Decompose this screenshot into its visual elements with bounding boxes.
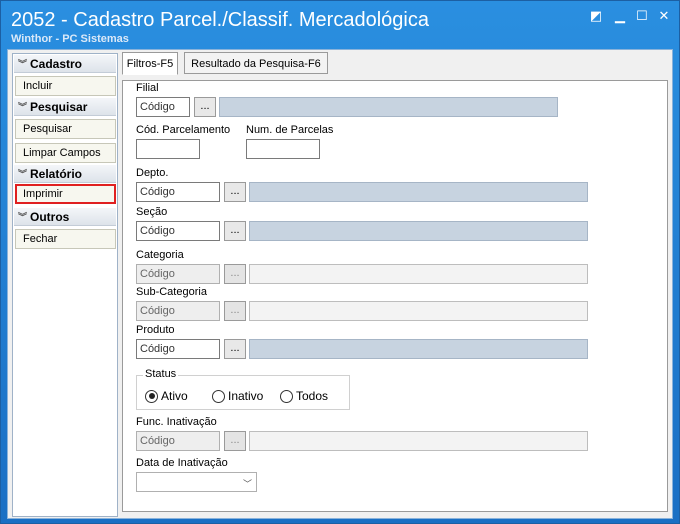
window-subtitle: Winthor - PC Sistemas <box>11 33 129 45</box>
depto-code-input[interactable]: Código <box>136 182 220 202</box>
data-inativacao-picker[interactable]: ﹀ <box>136 472 257 492</box>
filial-lookup-button[interactable]: ... <box>194 97 216 117</box>
secao-lookup-button[interactable]: ... <box>224 221 246 241</box>
num-parcelas-input[interactable] <box>246 139 320 159</box>
tab-resultado[interactable]: Resultado da Pesquisa-F6 <box>184 52 328 74</box>
maximize-icon[interactable]: ☐ <box>635 9 649 23</box>
categoria-code-input: Código <box>136 264 220 284</box>
minimize-icon[interactable]: ▁ <box>613 9 627 23</box>
action-sidebar: ︾ Cadastro Incluir ︾ Pesquisar Pesquisar… <box>12 53 118 517</box>
radio-label: Inativo <box>228 389 264 403</box>
produto-label: Produto <box>136 324 175 336</box>
collapse-icon: ︾ <box>18 169 28 179</box>
collapse-icon: ︾ <box>18 102 28 112</box>
radio-selected-icon <box>145 389 158 403</box>
func-inativacao-lookup-button: ... <box>224 431 246 451</box>
subcategoria-description-field <box>249 301 588 321</box>
section-header-outros[interactable]: ︾ Outros <box>14 208 116 226</box>
func-inativacao-code-input: Código <box>136 431 220 451</box>
radio-label: Todos <box>296 389 329 403</box>
cod-parcelamento-input[interactable] <box>136 139 200 159</box>
secao-description-field <box>249 221 588 241</box>
window-title: 2052 - Cadastro Parcel./Classif. Mercado… <box>11 9 429 31</box>
categoria-label: Categoria <box>136 249 184 261</box>
section-header-pesquisar[interactable]: ︾ Pesquisar <box>14 98 116 116</box>
radio-label: Ativo <box>161 389 188 403</box>
chevron-down-icon: ﹀ <box>242 479 252 489</box>
filter-panel: Filial Código ... Cód. Parcelamento Num.… <box>122 80 668 512</box>
pesquisar-button[interactable]: Pesquisar <box>15 119 116 139</box>
collapse-icon: ︾ <box>18 59 28 69</box>
filial-label: Filial <box>136 82 159 94</box>
imprimir-button[interactable]: Imprimir <box>15 184 116 204</box>
subcategoria-label: Sub-Categoria <box>136 286 207 298</box>
tab-filtros[interactable]: Filtros-F5 <box>122 52 178 75</box>
status-label: Status <box>143 368 179 380</box>
section-label: Pesquisar <box>30 100 88 114</box>
data-inativacao-label: Data de Inativação <box>136 457 228 469</box>
status-inativo-radio[interactable]: Inativo <box>212 389 263 403</box>
num-parcelas-label: Num. de Parcelas <box>246 124 334 136</box>
section-label: Outros <box>30 210 70 224</box>
filial-description-field <box>219 97 558 117</box>
app-window: 2052 - Cadastro Parcel./Classif. Mercado… <box>0 0 680 524</box>
categoria-description-field <box>249 264 588 284</box>
title-bar[interactable]: 2052 - Cadastro Parcel./Classif. Mercado… <box>1 1 679 49</box>
close-icon[interactable]: ✕ <box>657 9 671 23</box>
produto-code-input[interactable]: Código <box>136 339 220 359</box>
limpar-campos-button[interactable]: Limpar Campos <box>15 143 116 163</box>
section-header-cadastro[interactable]: ︾ Cadastro <box>14 55 116 73</box>
collapse-icon: ︾ <box>18 212 28 222</box>
depto-label: Depto. <box>136 167 169 179</box>
status-todos-radio[interactable]: Todos <box>280 389 328 403</box>
client-area: ︾ Cadastro Incluir ︾ Pesquisar Pesquisar… <box>7 49 673 519</box>
cod-parcelamento-label: Cód. Parcelamento <box>136 124 231 136</box>
section-label: Cadastro <box>30 57 83 71</box>
depto-lookup-button[interactable]: ... <box>224 182 246 202</box>
section-label: Relatório <box>30 167 83 181</box>
func-inativacao-label: Func. Inativação <box>136 416 217 428</box>
radio-unselected-icon <box>280 389 293 403</box>
section-header-relatorio[interactable]: ︾ Relatório <box>14 165 116 183</box>
depto-description-field <box>249 182 588 202</box>
radio-unselected-icon <box>212 389 225 403</box>
secao-code-input[interactable]: Código <box>136 221 220 241</box>
secao-label: Seção <box>136 206 168 218</box>
fechar-button[interactable]: Fechar <box>15 229 116 249</box>
subcategoria-lookup-button: ... <box>224 301 246 321</box>
filial-code-input[interactable]: Código <box>136 97 190 117</box>
subcategoria-code-input: Código <box>136 301 220 321</box>
produto-description-field <box>249 339 588 359</box>
categoria-lookup-button: ... <box>224 264 246 284</box>
status-ativo-radio[interactable]: Ativo <box>145 389 188 403</box>
restore-icon[interactable]: ◩ <box>589 9 603 23</box>
incluir-button[interactable]: Incluir <box>15 76 116 96</box>
func-inativacao-description-field <box>249 431 588 451</box>
produto-lookup-button[interactable]: ... <box>224 339 246 359</box>
